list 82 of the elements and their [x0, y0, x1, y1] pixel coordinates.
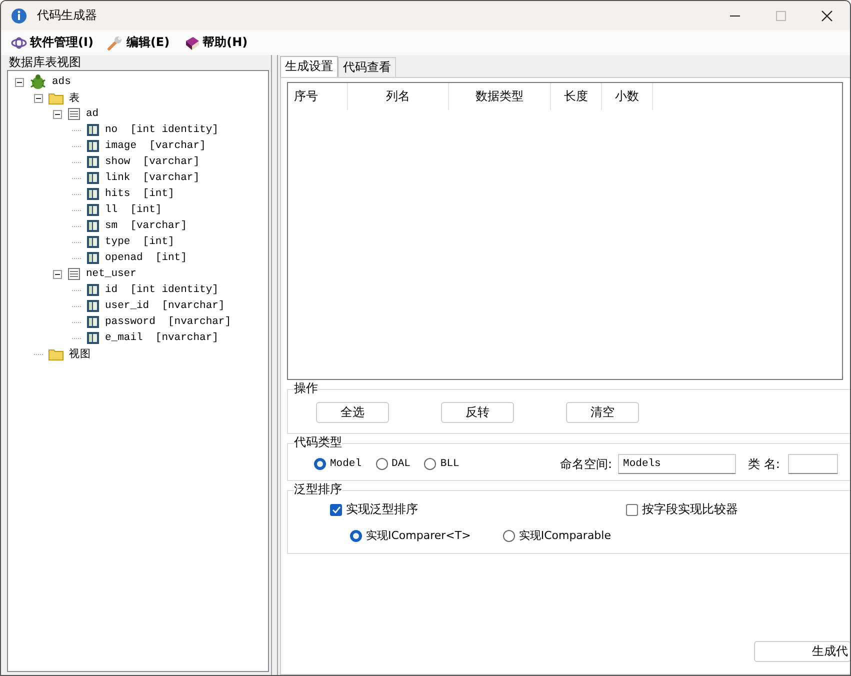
field-label: 命名空间: — [560, 456, 612, 472]
tree-item[interactable]: ll [int] — [102, 204, 162, 216]
column-icon — [86, 187, 100, 201]
action-button[interactable]: 反转 — [441, 402, 514, 423]
collapse-toggle[interactable] — [34, 94, 43, 102]
close-icon[interactable] — [821, 10, 833, 22]
column-icon — [86, 203, 100, 217]
tree-item[interactable]: hits [int] — [102, 188, 174, 200]
tab[interactable]: 代码查看 — [338, 57, 396, 77]
column-icon — [86, 155, 100, 169]
action-button[interactable]: 清空 — [566, 402, 639, 423]
radio-label[interactable]: DAL — [392, 458, 410, 470]
generate-button[interactable]: 生成代 — [754, 641, 850, 662]
panel-title: 数据库表视图 — [9, 55, 82, 70]
table-icon — [67, 107, 81, 121]
tree-item[interactable]: show [varchar] — [102, 156, 200, 168]
column-header[interactable]: 小数 — [602, 83, 653, 110]
column-header[interactable]: 序号 — [288, 83, 348, 110]
tree-item[interactable]: image [varchar] — [102, 140, 206, 152]
column-icon — [86, 315, 100, 329]
collapse-toggle[interactable] — [53, 110, 62, 118]
column-icon — [86, 139, 100, 153]
radio-label[interactable]: BLL — [440, 458, 460, 470]
group-title: 代码类型 — [294, 435, 342, 449]
column-icon — [86, 123, 100, 137]
action-button[interactable]: 全选 — [316, 402, 389, 423]
bug-icon — [29, 74, 47, 90]
collapse-toggle[interactable] — [15, 78, 24, 86]
folder-icon — [48, 91, 64, 105]
settings-icon — [11, 36, 27, 48]
column-header[interactable]: 数据类型 — [449, 83, 551, 110]
checkbox[interactable] — [626, 504, 638, 516]
menu-item[interactable]: 编辑(E) — [126, 34, 170, 51]
column-icon — [86, 219, 100, 233]
table-icon — [67, 267, 81, 281]
tree-item[interactable]: net_user — [83, 268, 136, 280]
checkbox[interactable] — [330, 504, 342, 516]
folder-icon — [48, 347, 64, 361]
column-icon — [86, 283, 100, 297]
book-icon — [184, 34, 200, 50]
group-title: 泛型排序 — [294, 482, 342, 496]
radio-label[interactable]: Model — [330, 458, 362, 470]
window-title: 代码生成器 — [37, 7, 97, 24]
radio-button[interactable] — [376, 458, 388, 470]
tree-item[interactable]: sm [varchar] — [102, 220, 187, 232]
tree-item[interactable]: ads — [49, 76, 71, 88]
radio-button[interactable] — [350, 530, 362, 542]
tree-item[interactable]: type [int] — [102, 236, 174, 248]
tree-item[interactable]: ad — [83, 108, 99, 120]
radio-label[interactable]: 实现IComparer<T> — [366, 528, 471, 543]
menu-item[interactable]: 帮助(H) — [202, 34, 248, 51]
column-header[interactable]: 列名 — [348, 83, 449, 110]
column-icon — [86, 299, 100, 313]
tab[interactable]: 生成设置 — [280, 56, 338, 77]
radio-label[interactable]: 实现IComparable — [518, 528, 611, 543]
column-icon — [86, 171, 100, 185]
radio-button[interactable] — [502, 530, 515, 542]
group-title: 操作 — [294, 381, 318, 395]
tree-item[interactable]: 视图 — [66, 347, 91, 361]
radio-button[interactable] — [424, 458, 436, 470]
column-icon — [86, 235, 100, 249]
class-name-field[interactable] — [788, 454, 838, 474]
tree-item[interactable]: user_id [nvarchar] — [102, 300, 225, 312]
column-header[interactable]: 长度 — [551, 83, 602, 110]
menu-item[interactable]: 软件管理(I) — [30, 34, 94, 51]
tree-item[interactable]: link [varchar] — [102, 172, 200, 184]
tree-item[interactable]: no [int identity] — [102, 124, 218, 136]
app-icon — [11, 8, 27, 24]
checkbox-label[interactable]: 实现泛型排序 — [346, 501, 418, 518]
tree-item[interactable]: id [int identity] — [102, 284, 218, 296]
column-icon — [86, 251, 100, 265]
radio-button[interactable] — [314, 458, 326, 470]
collapse-toggle[interactable] — [53, 270, 62, 278]
field-label: 类 名: — [748, 456, 780, 472]
column-icon — [86, 331, 100, 345]
checkbox-label[interactable]: 按字段实现比较器 — [642, 501, 738, 518]
tree-item[interactable]: 表 — [66, 91, 80, 105]
tree-item[interactable]: openad [int] — [102, 252, 187, 264]
namespace-field[interactable]: Models — [618, 454, 736, 474]
tree-item[interactable]: e_mail [nvarchar] — [102, 332, 218, 344]
wrench-icon — [107, 34, 124, 50]
tree-item[interactable]: password [nvarchar] — [102, 316, 232, 328]
